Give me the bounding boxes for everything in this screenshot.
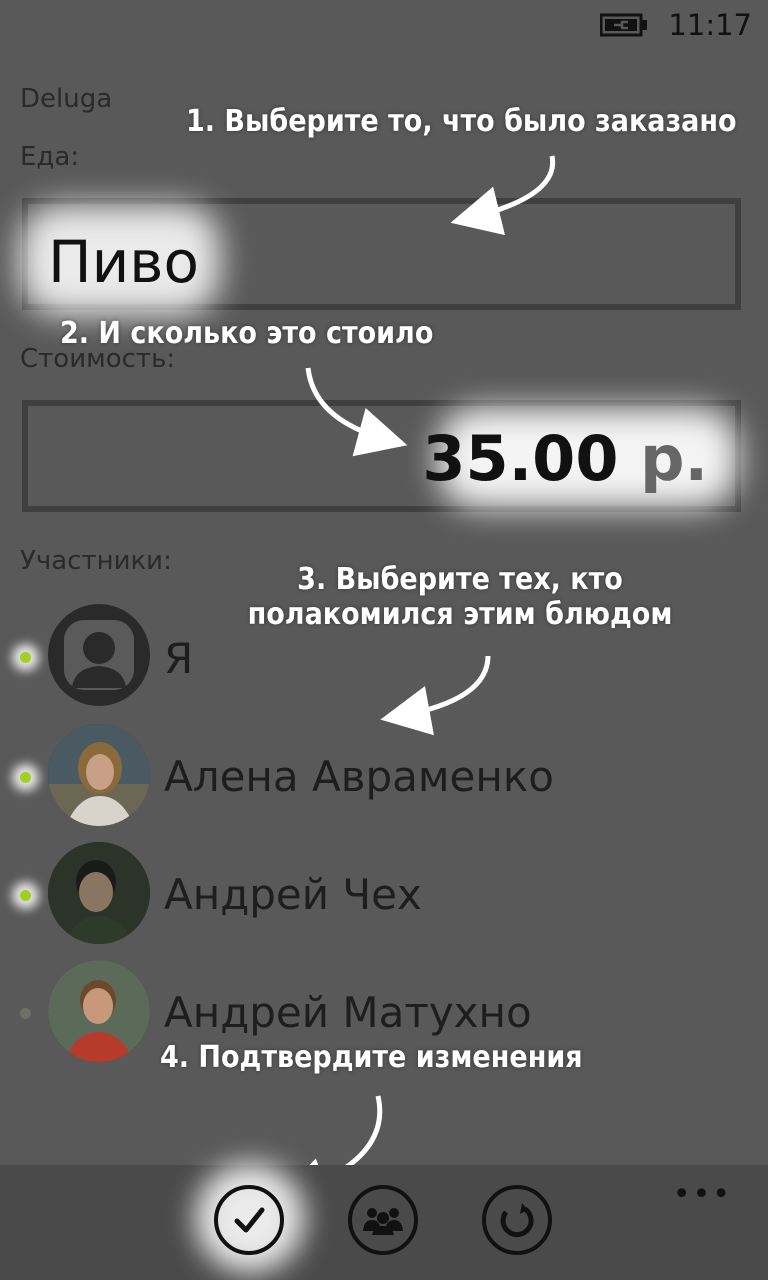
refresh-button[interactable] [482,1185,552,1255]
hint-arrows [277,155,556,1206]
participants-button[interactable] [348,1185,418,1255]
refresh-icon [500,1203,534,1238]
confirm-button[interactable] [214,1185,284,1255]
more-options-button[interactable]: ••• [673,1177,732,1212]
check-icon [234,1207,265,1233]
arrow-step-1 [450,155,556,236]
arrow-step-2 [305,367,408,457]
app-bar: ••• [0,1163,768,1280]
people-icon [363,1208,403,1235]
arrow-step-3 [380,655,491,736]
